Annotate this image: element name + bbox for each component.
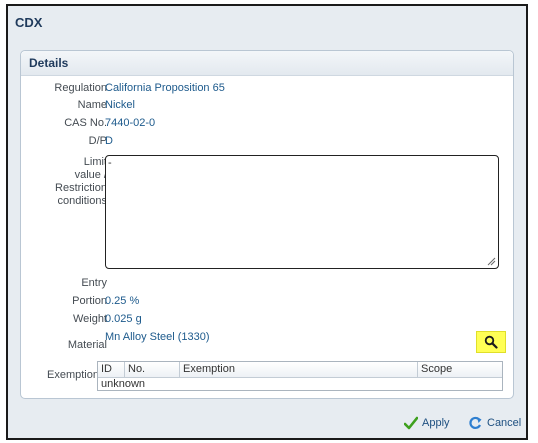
limit-label-line-1: Limit bbox=[83, 156, 107, 168]
magnifier-icon bbox=[484, 335, 498, 349]
limit-label-line-2: value / bbox=[74, 169, 107, 181]
apply-button[interactable]: Apply bbox=[404, 416, 450, 430]
limit-label-line-4: conditions bbox=[57, 195, 107, 207]
name-label: Name bbox=[77, 99, 107, 111]
exemption-table: ID No. Exemption Scope unknown bbox=[97, 361, 503, 391]
material-value: Mn Alloy Steel (1330) bbox=[105, 331, 210, 343]
col-scope[interactable]: Scope bbox=[418, 363, 502, 377]
limit-label: Limit value / Restriction conditions bbox=[21, 156, 107, 208]
regulation-label: Regulation bbox=[54, 82, 107, 94]
weight-value: 0.025 g bbox=[105, 313, 142, 325]
details-header: Details bbox=[21, 51, 513, 76]
material-search-button[interactable] bbox=[476, 331, 506, 353]
weight-label: Weight bbox=[72, 313, 107, 325]
cas-no-label: CAS No. bbox=[64, 117, 107, 129]
dp-label: D/P bbox=[88, 135, 107, 147]
entry-label: Entry bbox=[81, 277, 107, 289]
cancel-label: Cancel bbox=[487, 417, 522, 429]
exemption-label: Exemption bbox=[47, 369, 99, 381]
text-caret: - bbox=[108, 157, 112, 169]
check-icon bbox=[404, 416, 418, 430]
table-row[interactable]: unknown bbox=[101, 378, 145, 390]
col-id[interactable]: ID bbox=[98, 363, 124, 377]
details-title: Details bbox=[29, 56, 69, 70]
dialog-title: CDX bbox=[15, 15, 43, 30]
refresh-icon bbox=[469, 416, 482, 430]
cancel-button[interactable]: Cancel bbox=[468, 416, 521, 430]
cdx-dialog: CDX Details Regulation California Propos… bbox=[6, 4, 528, 440]
limit-textarea[interactable]: - bbox=[105, 155, 499, 269]
cas-no-value: 7440-02-0 bbox=[105, 117, 156, 129]
regulation-value: California Proposition 65 bbox=[105, 82, 225, 94]
portion-value: 0.25 % bbox=[105, 295, 140, 307]
name-value: Nickel bbox=[105, 99, 135, 111]
resize-grip-icon[interactable] bbox=[487, 257, 496, 266]
details-panel: Details Regulation California Propositio… bbox=[20, 50, 514, 399]
dp-value: D bbox=[105, 135, 113, 147]
limit-label-line-3: Restriction bbox=[55, 182, 107, 194]
exemption-table-header: ID No. Exemption Scope bbox=[98, 362, 502, 378]
col-exemption[interactable]: Exemption bbox=[180, 363, 418, 377]
material-label: Material bbox=[67, 339, 107, 351]
col-no[interactable]: No. bbox=[125, 363, 179, 377]
portion-label: Portion bbox=[72, 295, 107, 307]
apply-label: Apply bbox=[422, 417, 450, 429]
